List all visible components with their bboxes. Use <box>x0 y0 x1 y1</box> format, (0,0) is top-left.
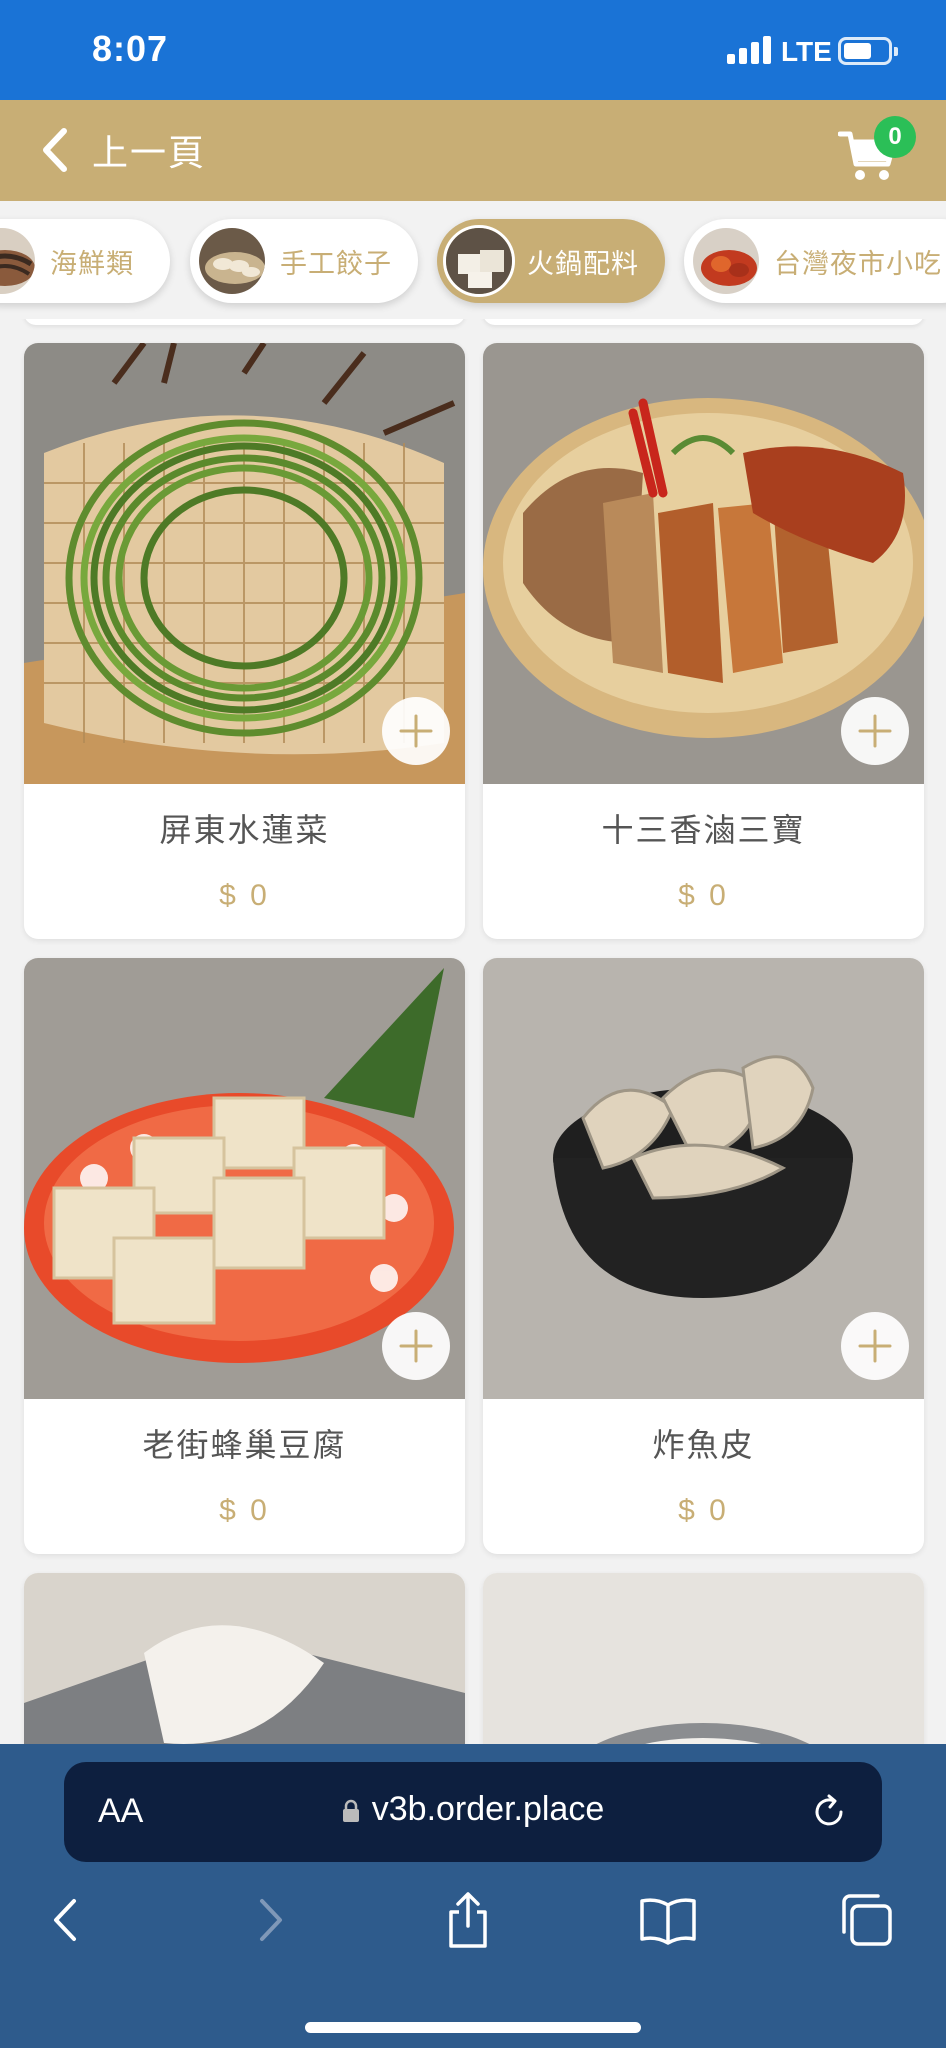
tab-label: 火鍋配料 <box>527 248 639 280</box>
home-indicator <box>305 2022 641 2033</box>
dumplings-thumbnail <box>196 225 268 297</box>
battery-icon <box>838 37 898 65</box>
plus-icon <box>399 1329 433 1363</box>
url-text: v3b.order.place <box>371 1790 605 1828</box>
cart-count-badge: 0 <box>874 116 916 158</box>
tab-hotpot-ingredients[interactable]: 火鍋配料 <box>437 219 665 303</box>
product-image <box>483 1573 924 1744</box>
product-card[interactable]: 屏東水蓮菜 $ 0 <box>24 343 465 939</box>
plus-icon <box>858 714 892 748</box>
browser-toolbar: AA v3b.order.place <box>0 1744 946 2048</box>
cart-button[interactable]: 0 <box>838 116 916 182</box>
add-to-cart-button[interactable] <box>382 1312 450 1380</box>
chevron-left-icon <box>43 128 67 172</box>
back-button[interactable]: 上一頁 <box>38 122 206 178</box>
share-button[interactable] <box>432 1884 504 1956</box>
tab-label: 手工餃子 <box>280 248 392 280</box>
reload-button[interactable] <box>807 1790 851 1834</box>
share-icon <box>449 1892 487 1948</box>
status-bar: 8:07 LTE <box>0 0 946 100</box>
browser-nav <box>0 1884 946 1964</box>
tab-seafood[interactable]: 海鮮類 <box>0 219 170 303</box>
tab-dumplings[interactable]: 手工餃子 <box>190 219 418 303</box>
browser-back-button[interactable] <box>30 1884 102 1956</box>
plus-icon <box>858 1329 892 1363</box>
back-label: 上一頁 <box>92 133 207 174</box>
status-time: 8:07 <box>92 28 169 69</box>
product-card[interactable]: 炸魚皮 $ 0 <box>483 958 924 1554</box>
product-name: 十三香滷三寶 <box>601 811 806 849</box>
tab-label: 海鮮類 <box>50 248 134 280</box>
product-price: $ 0 <box>219 1494 270 1527</box>
address-bar[interactable]: AA v3b.order.place <box>64 1762 882 1862</box>
product-grid: 屏東水蓮菜 $ 0 十三香滷三寶 $ 0 老街蜂巢豆腐 $ 0 炸魚皮 $ 0 <box>0 319 946 1744</box>
tab-night-market[interactable]: 台灣夜市小吃 <box>684 219 946 303</box>
reload-icon <box>815 1794 843 1826</box>
add-to-cart-button[interactable] <box>382 697 450 765</box>
network-type: LTE <box>781 36 832 67</box>
battery-level <box>844 43 871 59</box>
product-price: $ 0 <box>678 879 729 912</box>
bookmarks-button[interactable] <box>632 1884 704 1956</box>
previous-card-edge <box>483 319 924 325</box>
chevron-left-icon <box>54 1899 76 1941</box>
tabs-icon <box>842 1894 892 1946</box>
signal-icon <box>727 36 771 64</box>
chevron-right-icon <box>260 1899 282 1941</box>
browser-forward-button[interactable] <box>234 1884 306 1956</box>
lock-icon <box>342 1799 359 1823</box>
add-to-cart-button[interactable] <box>841 1312 909 1380</box>
app-header: 上一頁 0 <box>0 100 946 201</box>
product-name: 炸魚皮 <box>652 1426 755 1464</box>
previous-card-edge <box>24 319 465 325</box>
product-price: $ 0 <box>219 879 270 912</box>
night-market-thumbnail <box>690 225 762 297</box>
add-to-cart-button[interactable] <box>841 697 909 765</box>
product-card-partial[interactable] <box>483 1573 924 1744</box>
product-card[interactable]: 十三香滷三寶 $ 0 <box>483 343 924 939</box>
tabs-button[interactable] <box>830 1884 902 1956</box>
product-name: 屏東水蓮菜 <box>159 811 330 849</box>
product-card-partial[interactable] <box>24 1573 465 1744</box>
category-tabs: 海鮮類 手工餃子 火鍋配料 台灣夜市小吃 <box>0 201 946 319</box>
tab-label: 台灣夜市小吃 <box>774 248 942 280</box>
product-card[interactable]: 老街蜂巢豆腐 $ 0 <box>24 958 465 1554</box>
book-icon <box>640 1898 696 1945</box>
plus-icon <box>399 714 433 748</box>
seafood-thumbnail <box>0 225 38 297</box>
hotpot-thumbnail <box>443 225 515 297</box>
product-name: 老街蜂巢豆腐 <box>142 1426 347 1464</box>
product-price: $ 0 <box>678 1494 729 1527</box>
product-image <box>24 1573 465 1744</box>
